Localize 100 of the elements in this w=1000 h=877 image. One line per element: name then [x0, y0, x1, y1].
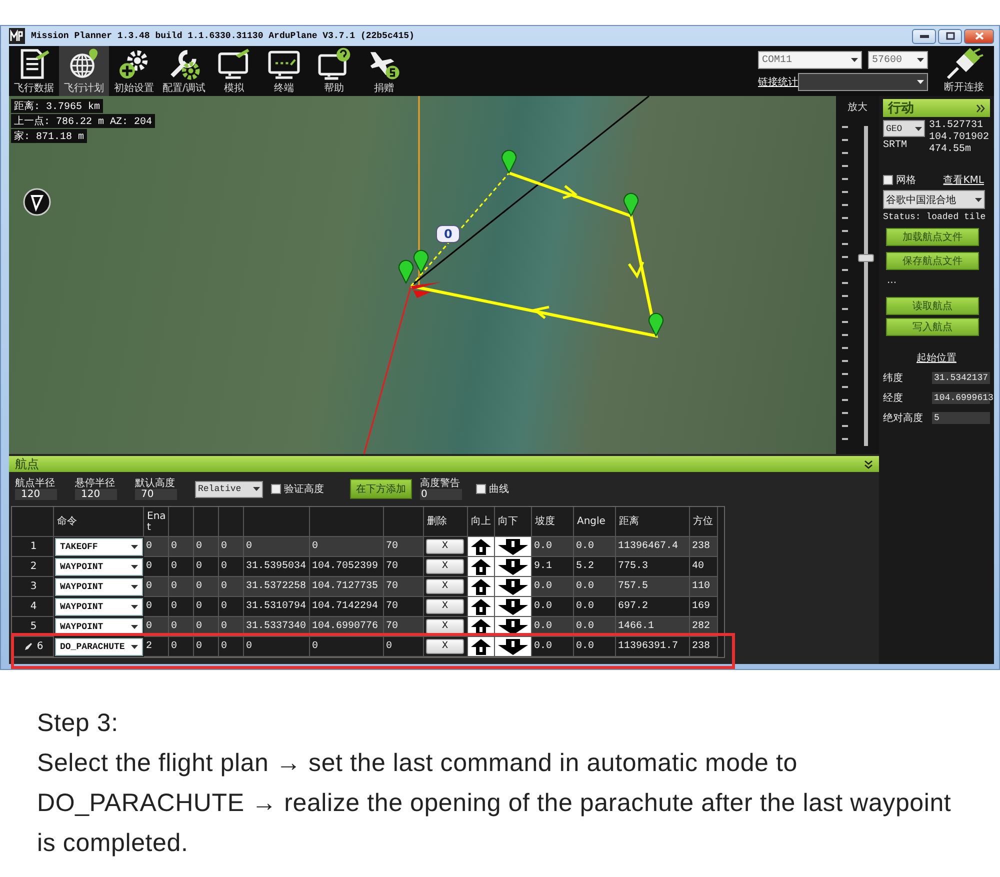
toolbar-button[interactable]: 配置/调试 — [159, 46, 209, 96]
table-cell[interactable]: 70 — [384, 537, 424, 557]
caret-icon — [917, 58, 924, 62]
satellite-map[interactable]: 距离: 3.7965 km 上一点: 786.22 m AZ: 204 家: 871.18 m 0 — [9, 96, 836, 454]
maximize-icon — [946, 32, 954, 40]
map-pin-icon[interactable] — [414, 250, 428, 274]
delete-button[interactable]: X — [426, 539, 464, 554]
table-cell: 0.0 — [574, 577, 616, 597]
toolbar-button[interactable]: 飞行计划 — [59, 46, 109, 96]
move-down-button[interactable] — [495, 537, 532, 557]
toolbar-button[interactable]: 初始设置 — [109, 46, 159, 96]
table-cell[interactable]: 0 — [169, 637, 194, 657]
table-cell[interactable]: 0 — [219, 537, 244, 557]
step-description: Select the flight plan → set the last command in automatic mode to DO_PARACHUTE → realize the opening of the parachute after the last waypoint is completed. — [37, 748, 952, 859]
toolbar-button[interactable]: 捐赠 — [359, 46, 409, 96]
table-cell[interactable]: 104.7127735 — [310, 577, 384, 597]
table-cell[interactable]: 0 — [310, 637, 384, 657]
move-up-button[interactable] — [468, 597, 495, 617]
map-pin-icon[interactable] — [502, 150, 516, 174]
move-up-button[interactable] — [468, 557, 495, 577]
command-dropdown[interactable]: WAYPOINT — [55, 598, 143, 616]
disconnect-button[interactable]: 断开连接 — [934, 46, 994, 96]
table-cell[interactable]: 0 — [169, 577, 194, 597]
table-cell[interactable]: 0 — [219, 637, 244, 657]
coordinate-format-dropdown[interactable]: GEO — [883, 120, 925, 137]
move-up-button[interactable] — [468, 577, 495, 597]
baud-dropdown[interactable]: 57600 — [868, 51, 928, 69]
setting-field[interactable]: 120 — [15, 489, 57, 500]
toolbar-button[interactable]: 终端 — [259, 46, 309, 96]
coordinate-field[interactable]: 31.5342137 — [932, 372, 990, 384]
checkbox[interactable] — [476, 484, 486, 494]
down-arrow-icon — [498, 558, 528, 574]
setting-field[interactable]: 120 — [75, 489, 117, 500]
coordinate-field[interactable]: 5 — [932, 412, 990, 424]
setting-field[interactable]: 0 — [420, 489, 462, 500]
delete-button[interactable]: X — [426, 559, 464, 574]
table-cell[interactable]: 70 — [384, 577, 424, 597]
command-dropdown[interactable]: TAKEOFF — [55, 538, 143, 556]
collapse-icon[interactable] — [864, 460, 873, 468]
ellipsis-text: ... — [887, 275, 898, 286]
row-number: 2 — [12, 557, 54, 577]
waypoint-button[interactable]: 读取航点 — [886, 297, 979, 315]
map-pin-icon[interactable] — [624, 192, 638, 216]
move-up-button[interactable] — [468, 537, 495, 557]
home-distance-readout: 家: 871.18 m — [11, 129, 88, 143]
link-dropdown[interactable] — [798, 73, 928, 91]
table-cell[interactable]: 0 — [144, 577, 169, 597]
port-dropdown[interactable]: COM11 — [758, 51, 862, 69]
file-button[interactable]: 加载航点文件 — [886, 228, 979, 246]
delete-button[interactable]: X — [426, 639, 464, 654]
close-button[interactable] — [964, 28, 994, 44]
table-cell[interactable]: 0 — [244, 537, 310, 557]
elevation-source: SRTM — [883, 140, 908, 152]
move-down-button[interactable] — [495, 597, 532, 617]
delete-button[interactable]: X — [426, 619, 464, 634]
altitude-frame-dropdown[interactable]: Relative — [195, 480, 263, 498]
command-dropdown[interactable]: WAYPOINT — [55, 558, 143, 576]
table-cell[interactable]: 0 — [384, 637, 424, 657]
checkbox[interactable] — [271, 484, 281, 494]
table-cell[interactable]: 0 — [219, 577, 244, 597]
table-cell[interactable]: 31.5372258 — [244, 577, 310, 597]
minimize-button[interactable] — [912, 28, 936, 44]
move-up-button[interactable] — [468, 637, 495, 657]
move-down-button[interactable] — [495, 557, 532, 577]
setting-field[interactable]: 70 — [135, 489, 177, 500]
move-down-button[interactable] — [495, 637, 532, 657]
waypoint-button[interactable]: 写入航点 — [886, 318, 979, 336]
down-arrow-icon — [498, 638, 528, 654]
expand-icon[interactable] — [976, 104, 985, 112]
table-cell[interactable]: 0 — [194, 577, 219, 597]
slider-thumb[interactable] — [858, 254, 874, 262]
home-location-link[interactable]: 起始位置 — [916, 351, 956, 365]
command-dropdown[interactable]: WAYPOINT — [55, 578, 143, 596]
move-down-button[interactable] — [495, 577, 532, 597]
toolbar-button[interactable]: 模拟 — [209, 46, 259, 96]
checkbox-label: 网格 — [896, 174, 916, 187]
zoom-slider[interactable] — [842, 126, 874, 448]
add-below-button[interactable]: 在下方添加 — [350, 479, 412, 499]
maximize-button[interactable] — [938, 28, 962, 44]
map-pin-icon[interactable] — [398, 260, 414, 284]
table-cell[interactable]: 0 — [310, 537, 384, 557]
table-cell[interactable]: 0 — [194, 537, 219, 557]
toolbar-button[interactable]: 飞行数据 — [9, 46, 59, 96]
up-arrow-icon — [471, 638, 491, 654]
delete-button[interactable]: X — [426, 599, 464, 614]
map-type-dropdown[interactable]: 谷歌中国混合地 — [883, 190, 985, 209]
file-button[interactable]: 保存航点文件 — [886, 252, 979, 270]
caret-icon — [975, 198, 982, 202]
table-cell[interactable]: 2 — [144, 637, 169, 657]
delete-button[interactable]: X — [426, 579, 464, 594]
link-stats-link[interactable]: 链接统计 — [758, 75, 798, 89]
command-dropdown[interactable]: DO_PARACHUTE — [55, 638, 143, 656]
map-pin-icon[interactable] — [648, 312, 664, 336]
table-cell[interactable]: 0 — [244, 637, 310, 657]
table-cell[interactable]: 0 — [144, 537, 169, 557]
view-kml-link[interactable]: 查看KML — [943, 173, 984, 187]
table-cell[interactable]: 0 — [194, 637, 219, 657]
table-cell[interactable]: 0 — [169, 537, 194, 557]
checkbox[interactable] — [883, 175, 893, 185]
toolbar-button[interactable]: 帮助 — [309, 46, 359, 96]
